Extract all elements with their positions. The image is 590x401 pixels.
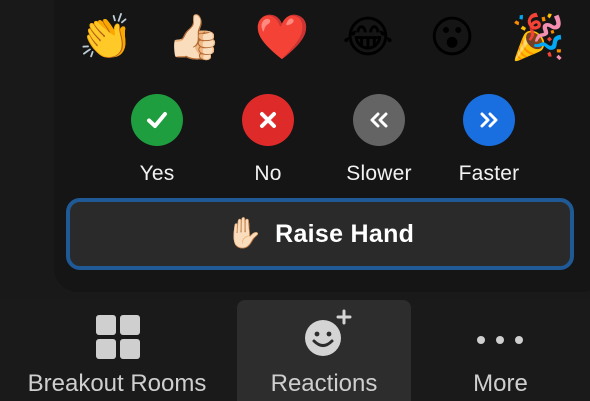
no-feedback-button[interactable]: No [216,92,320,188]
more-button[interactable]: More [411,300,590,401]
yes-feedback-button[interactable]: Yes [105,92,209,188]
no-label: No [254,162,282,185]
x-icon [242,94,294,146]
breakout-rooms-label: Breakout Rooms [27,370,207,397]
clapping-hands-emoji-button[interactable]: 👏 [76,6,136,70]
faster-feedback-button[interactable]: Faster [437,92,541,188]
emoji-reactions-row: 👏 👍🏻 ❤️ 😂 😮 🎉 [76,6,590,72]
slower-label: Slower [346,162,412,185]
grid-icon [95,314,141,365]
party-popper-emoji-button[interactable]: 🎉 [508,6,568,70]
breakout-rooms-button[interactable]: Breakout Rooms [0,300,234,401]
raised-hand-icon: ✋🏻 [225,216,264,251]
faster-label: Faster [458,162,520,185]
slower-feedback-button[interactable]: Slower [327,92,431,188]
more-label: More [473,370,528,397]
raise-hand-label: Raise Hand [275,219,415,248]
raise-hand-button[interactable]: ✋🏻 Raise Hand [66,198,574,270]
red-heart-emoji-button[interactable]: ❤️ [252,6,312,70]
yes-label: Yes [139,162,175,185]
smiley-plus-icon [301,308,353,365]
tears-of-joy-emoji-button[interactable]: 😂 [338,6,398,70]
open-mouth-emoji-button[interactable]: 😮 [422,6,482,70]
double-chevron-right-icon [463,94,515,146]
thumbs-up-emoji-button[interactable]: 👍🏻 [164,6,224,70]
check-icon [131,94,183,146]
meeting-toolbar: Breakout Rooms Reactions More [0,300,590,401]
more-dots-icon [475,332,525,350]
reactions-toolbar-button[interactable]: Reactions [237,300,411,401]
double-chevron-left-icon [353,94,405,146]
reactions-label: Reactions [270,370,378,397]
